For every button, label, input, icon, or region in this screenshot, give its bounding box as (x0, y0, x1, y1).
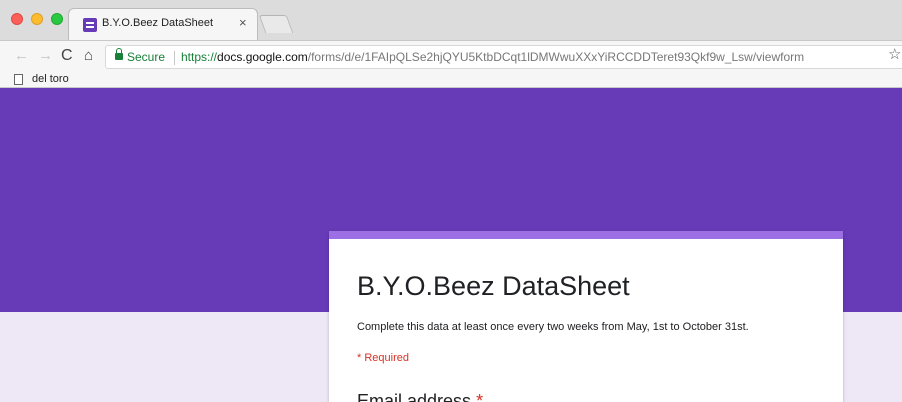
zoom-window-button[interactable] (51, 13, 63, 25)
form-title: B.Y.O.Beez DataSheet (357, 271, 630, 301)
required-note: * Required (357, 352, 409, 364)
question-email-label: Email address * (357, 391, 483, 402)
required-marker: * (476, 391, 484, 402)
form-description: Complete this data at least once every t… (357, 321, 749, 333)
bookmarks-bar: del toro (0, 72, 902, 88)
close-window-button[interactable] (11, 13, 23, 25)
bookmark-del-toro[interactable]: del toro (32, 73, 69, 85)
minimize-window-button[interactable] (31, 13, 43, 25)
forward-button[interactable]: → (38, 47, 53, 65)
url-host: docs.google.com (217, 50, 308, 64)
secure-label: Secure (127, 50, 166, 64)
tab-strip: B.Y.O.Beez DataSheet × (0, 0, 902, 40)
new-tab-button[interactable] (258, 15, 294, 33)
browser-window: B.Y.O.Beez DataSheet × ← → C ⌂ Secure ht… (0, 0, 902, 402)
url-path: /forms/d/e/1FAIpQLSe2hjQYU5KtbDCqt1lDMWw… (307, 50, 805, 64)
bookmark-star-icon[interactable]: ☆ (888, 45, 901, 63)
browser-toolbar: ← → C ⌂ Secure https://docs.google.com/f… (0, 40, 902, 72)
home-button[interactable]: ⌂ (84, 47, 93, 65)
url-scheme: https:// (181, 50, 218, 64)
reload-button[interactable]: C (61, 47, 73, 65)
back-button[interactable]: ← (14, 47, 29, 65)
address-bar[interactable]: Secure https://docs.google.com/forms/d/e… (105, 45, 902, 69)
question-label: Email address (357, 391, 472, 402)
url-text[interactable]: https://docs.google.com/forms/d/e/1FAIpQ… (181, 50, 804, 64)
browser-tab[interactable]: B.Y.O.Beez DataSheet × (68, 8, 258, 40)
lock-icon (115, 48, 123, 60)
google-forms-icon (83, 18, 97, 32)
tab-close-icon[interactable]: × (239, 15, 247, 30)
page-icon (14, 74, 23, 85)
form-header-card: B.Y.O.Beez DataSheet Complete this data … (329, 231, 843, 402)
address-divider (174, 51, 175, 65)
tab-title: B.Y.O.Beez DataSheet (102, 17, 214, 29)
